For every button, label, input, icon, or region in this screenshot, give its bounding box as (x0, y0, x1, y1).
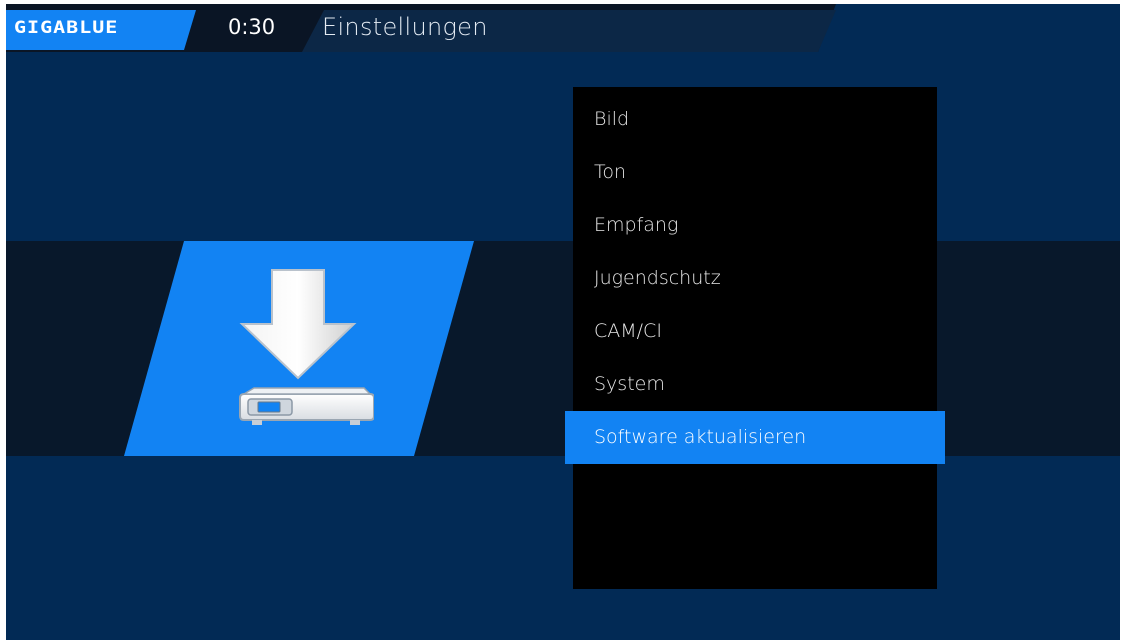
menu-item-ton[interactable]: Ton (573, 150, 937, 194)
settings-menu: Bild Ton Empfang Jugendschutz CAM/CI Sys… (565, 87, 945, 589)
page-title: Einstellungen (322, 13, 488, 41)
top-bar: GIGABLUE 0:30 Einstellungen (6, 4, 1120, 52)
brand-logo: GIGABLUE (14, 16, 119, 38)
menu-item-cam-ci[interactable]: CAM/CI (573, 309, 937, 353)
clock: 0:30 (228, 15, 276, 39)
screen: GIGABLUE 0:30 Einstellungen Bild Ton Emp… (6, 4, 1120, 640)
menu-item-software-aktualisieren[interactable]: Software aktualisieren (565, 411, 945, 464)
menu-item-empfang[interactable]: Empfang (573, 203, 937, 247)
software-update-icon (239, 269, 374, 425)
menu-item-bild[interactable]: Bild (573, 97, 937, 141)
menu-item-jugendschutz[interactable]: Jugendschutz (573, 256, 937, 300)
menu-item-system[interactable]: System (573, 362, 937, 406)
